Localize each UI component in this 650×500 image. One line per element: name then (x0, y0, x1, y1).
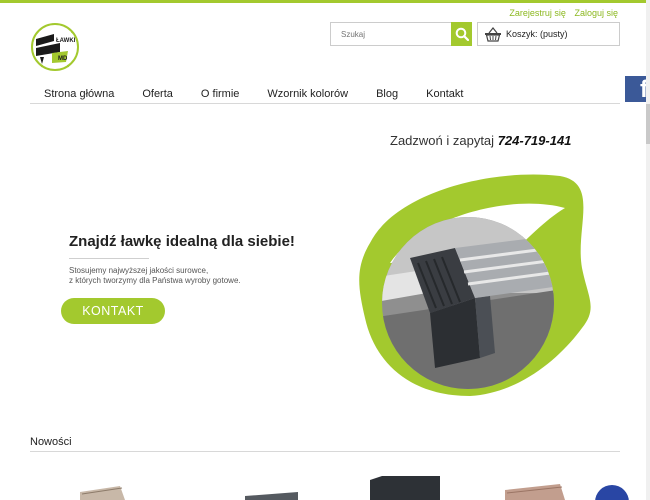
phone-number[interactable]: 724-719-141 (498, 133, 572, 148)
news-section-divider (30, 451, 620, 452)
bench-photo (350, 168, 600, 398)
nav-item-about[interactable]: O firmie (201, 88, 240, 103)
nav-item-colors[interactable]: Wzornik kolorów (267, 88, 348, 103)
product-thumbnail[interactable] (245, 492, 298, 500)
news-section-title: Nowości (30, 436, 72, 448)
basket-icon (485, 26, 501, 42)
search-button[interactable] (451, 22, 472, 46)
nav-item-home[interactable]: Strona główna (44, 88, 114, 103)
search-input[interactable] (331, 23, 451, 45)
hero-title: Znajdź ławkę idealną dla siebie! (69, 233, 295, 250)
hero-text-line2: z których tworzymy dla Państwa wyroby go… (69, 276, 241, 285)
product-thumbnail[interactable] (370, 476, 440, 500)
nav-item-contact[interactable]: Kontakt (426, 88, 463, 103)
page-scrollbar[interactable] (646, 0, 650, 500)
register-link[interactable]: Zarejestruj się (509, 8, 566, 18)
phone-prefix: Zadzwoń i zapytaj (390, 133, 495, 148)
login-link[interactable]: Zaloguj się (574, 8, 618, 18)
phone-cta: Zadzwoń i zapytaj 724-719-141 (390, 133, 571, 148)
contact-button[interactable]: KONTAKT (61, 298, 165, 324)
search-box (330, 22, 472, 46)
main-nav: Strona główna Oferta O firmie Wzornik ko… (30, 88, 620, 104)
account-links: Zarejestruj się Zaloguj się (503, 8, 618, 18)
hero-text-line1: Stosujemy najwyższej jakości surowce, (69, 266, 209, 275)
cart-button[interactable]: Koszyk: (pusty) (477, 22, 620, 46)
lawki-logo-icon[interactable]: ŁAWKI MD (30, 22, 80, 72)
top-accent-bar (0, 0, 650, 3)
product-thumbnail[interactable] (505, 484, 565, 500)
product-strip (0, 470, 650, 500)
nav-item-offer[interactable]: Oferta (142, 88, 173, 103)
svg-text:MD: MD (58, 56, 68, 62)
search-icon (455, 27, 469, 41)
hero-text: Stosujemy najwyższej jakości surowce, z … (69, 266, 309, 286)
cart-label: Koszyk: (pusty) (506, 29, 568, 39)
hero-divider (69, 258, 149, 259)
scrollbar-thumb[interactable] (646, 104, 650, 144)
svg-text:ŁAWKI: ŁAWKI (56, 38, 76, 44)
product-thumbnail[interactable] (80, 486, 125, 500)
nav-item-blog[interactable]: Blog (376, 88, 398, 103)
